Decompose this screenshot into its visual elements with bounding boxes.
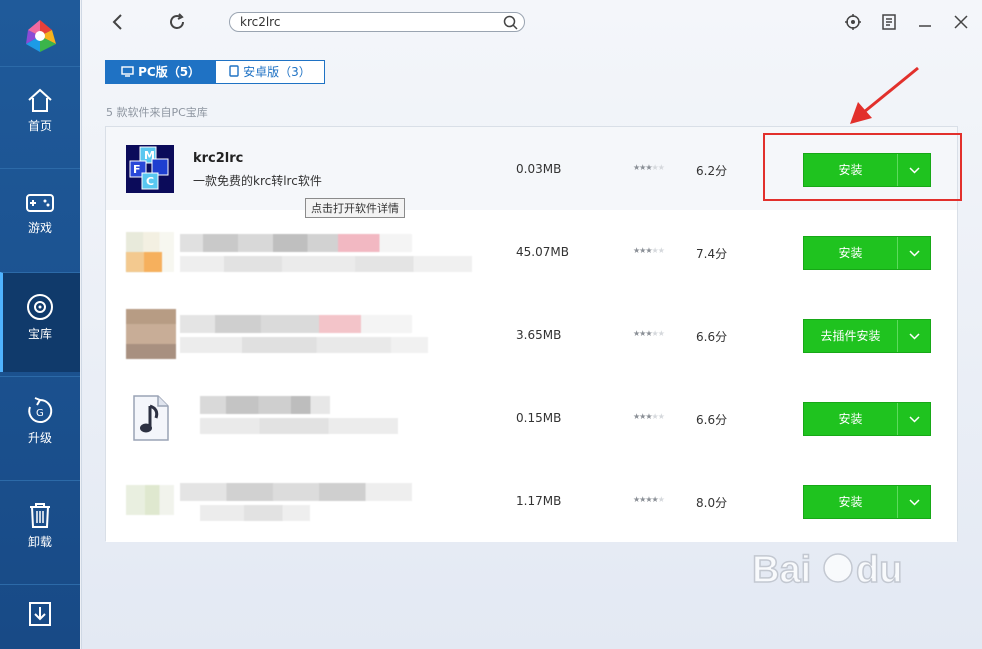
music-file-icon	[133, 395, 169, 441]
install-button[interactable]: 安装	[803, 485, 931, 519]
svg-text:G: G	[36, 408, 44, 419]
chevron-down-icon[interactable]	[898, 320, 931, 352]
install-button[interactable]: 安装	[803, 402, 931, 436]
krc2lrc-app-icon: M F C	[126, 145, 174, 193]
pixelated-app-icon	[126, 485, 174, 515]
list-item[interactable]: 0.15MB ★★★★★ 6.6分 安装	[106, 376, 957, 460]
sidebar-item-games[interactable]: 游戏	[0, 168, 80, 268]
pixelated-app-name	[180, 483, 412, 501]
rating-stars: ★★★★★	[633, 329, 665, 338]
sidebar-item-label: 首页	[27, 119, 52, 133]
install-label: 去插件安装	[820, 329, 881, 343]
baidu-paw-logo: Bai du	[751, 548, 903, 592]
tab-label: 安卓版（3）	[243, 65, 311, 79]
app-score: 7.4分	[696, 247, 728, 261]
sidebar: 首页 游戏 宝库 G 升级 卸载	[0, 0, 80, 649]
sidebar-item-label: 卸载	[27, 535, 52, 549]
app-size: 45.07MB	[516, 245, 569, 259]
search-icon[interactable]	[503, 15, 518, 30]
sidebar-item-label: 升级	[27, 431, 52, 445]
monitor-icon	[121, 66, 134, 77]
pixelated-app-description	[200, 505, 310, 521]
disc-icon	[27, 294, 53, 320]
sidebar-item-label: 游戏	[27, 221, 52, 235]
pixelated-app-icon	[126, 252, 162, 272]
sidebar-item-upgrade[interactable]: G 升级	[0, 376, 80, 476]
list-item[interactable]: 45.07MB ★★★★★ 7.4分 安装	[106, 210, 957, 294]
svg-text:C: C	[146, 175, 154, 188]
settings-icon[interactable]	[843, 12, 863, 32]
chevron-down-icon[interactable]	[898, 237, 931, 269]
pixelated-app-description	[200, 418, 398, 434]
baidu-watermark: Bai du	[751, 538, 982, 628]
app-size: 1.17MB	[516, 494, 562, 508]
pixelated-app-name	[200, 396, 330, 414]
download-icon	[29, 602, 51, 626]
sidebar-item-download[interactable]	[0, 584, 80, 649]
svg-text:du: du	[856, 549, 902, 591]
phone-icon	[229, 65, 239, 77]
app-size: 0.03MB	[516, 162, 562, 176]
sidebar-item-home[interactable]: 首页	[0, 66, 80, 166]
close-icon[interactable]	[951, 12, 971, 32]
refresh-icon[interactable]	[167, 12, 187, 32]
back-icon[interactable]	[108, 12, 128, 32]
gamepad-icon	[26, 194, 54, 212]
result-count: 5 款软件来自PC宝库	[106, 106, 208, 119]
svg-text:M: M	[144, 149, 155, 162]
install-label: 安装	[838, 495, 863, 509]
rating-stars: ★★★★★	[633, 163, 665, 172]
app-score: 6.6分	[696, 330, 728, 344]
install-button[interactable]: 安装	[803, 236, 931, 270]
app-logo	[26, 20, 56, 52]
svg-text:F: F	[133, 163, 141, 176]
sidebar-item-label: 宝库	[27, 327, 52, 341]
home-icon	[28, 88, 52, 112]
sidebar-item-uninstall[interactable]: 卸载	[0, 480, 80, 580]
plugin-install-button[interactable]: 去插件安装	[803, 319, 931, 353]
pixelated-app-name	[180, 315, 412, 333]
rating-stars: ★★★★★	[633, 412, 665, 421]
install-label: 安装	[838, 246, 863, 260]
app-size: 0.15MB	[516, 411, 562, 425]
list-item[interactable]: 3.65MB ★★★★★ 6.6分 去插件安装	[106, 293, 957, 377]
annotation-arrow-icon	[850, 66, 919, 124]
tooltip: 点击打开软件详情	[305, 198, 405, 218]
tab-label: PC版（5）	[138, 65, 201, 79]
trash-icon	[30, 503, 50, 528]
upgrade-icon: G	[28, 397, 53, 423]
main-panel: PC版（5） 安卓版（3） 5 款软件来自PC宝库 M F C krc2lrc	[81, 0, 982, 649]
svg-text:Bai: Bai	[752, 549, 811, 591]
list-item[interactable]: 1.17MB ★★★★★ 8.0分 安装	[106, 459, 957, 542]
chevron-down-icon[interactable]	[898, 486, 931, 518]
search-box[interactable]	[229, 12, 525, 32]
app-score: 8.0分	[696, 496, 728, 510]
search-input[interactable]	[240, 14, 490, 30]
toolbar	[82, 0, 982, 44]
tab-android[interactable]: 安卓版（3）	[215, 60, 325, 84]
app-score: 6.2分	[696, 164, 728, 178]
annotation-highlight-box	[763, 133, 962, 201]
pixelated-app-description	[180, 337, 428, 353]
rating-stars: ★★★★★	[633, 495, 665, 504]
chevron-down-icon[interactable]	[898, 403, 931, 435]
install-label: 安装	[838, 412, 863, 426]
pixelated-app-name	[180, 234, 412, 252]
pixelated-app-description	[180, 256, 472, 272]
app-name[interactable]: krc2lrc	[193, 151, 243, 166]
tab-pc[interactable]: PC版（5）	[105, 60, 216, 84]
app-size: 3.65MB	[516, 328, 562, 342]
sidebar-item-library[interactable]: 宝库	[0, 272, 80, 372]
pixelated-app-icon	[126, 309, 176, 359]
app-description: 一款免费的krc转lrc软件	[193, 174, 322, 188]
app-score: 6.6分	[696, 413, 728, 427]
skin-icon[interactable]	[879, 12, 899, 32]
minimize-icon[interactable]	[915, 12, 935, 32]
rating-stars: ★★★★★	[633, 246, 665, 255]
